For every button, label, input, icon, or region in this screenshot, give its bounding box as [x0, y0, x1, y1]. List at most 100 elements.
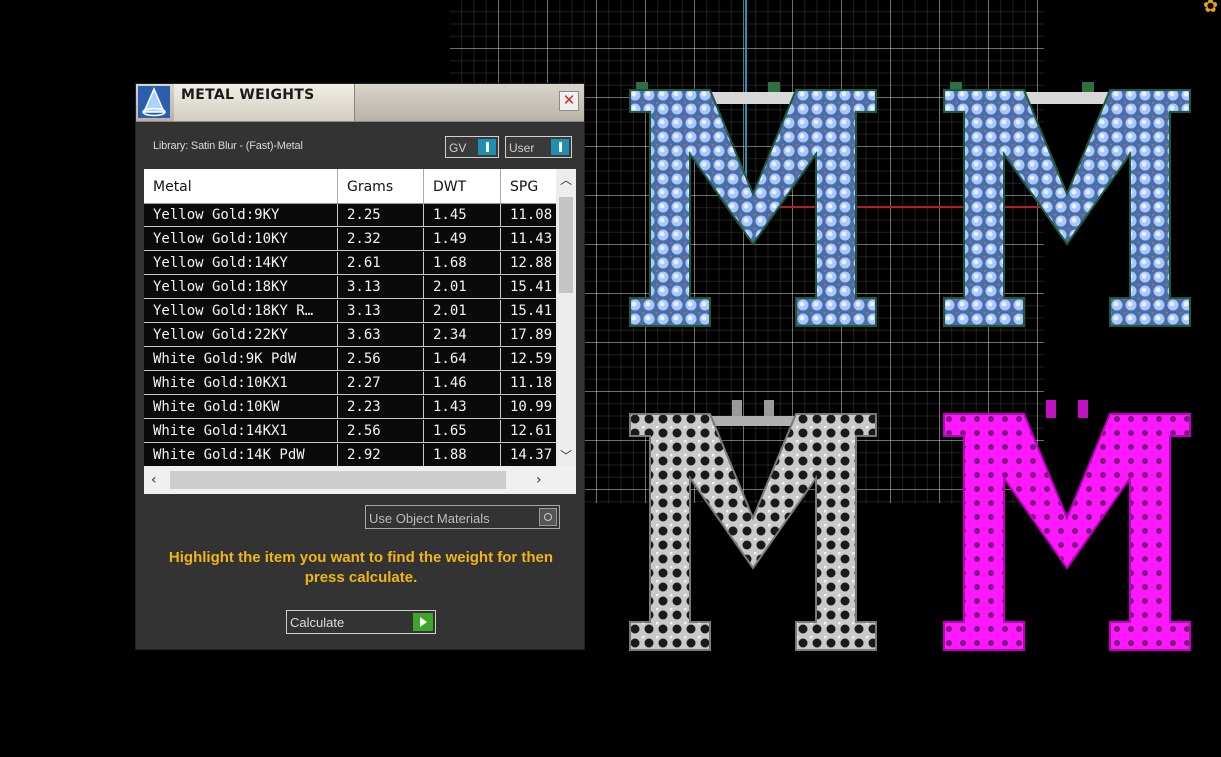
column-divider — [423, 169, 424, 203]
cell-divider — [500, 372, 501, 394]
letter-m-silver[interactable] — [628, 398, 878, 653]
letter-m-blue-right[interactable] — [942, 74, 1192, 329]
cell-divider — [423, 444, 424, 466]
column-divider — [337, 169, 338, 203]
app-logo-icon — [138, 86, 170, 118]
cell-metal: White Gold:14K PdW — [153, 447, 305, 463]
user-toggle[interactable]: User — [505, 136, 572, 158]
cell-divider — [423, 228, 424, 250]
cell-metal: Yellow Gold:10KY — [153, 231, 288, 247]
column-header-metal[interactable]: Metal — [153, 179, 192, 195]
scroll-up-icon[interactable]: ︿ — [560, 171, 572, 188]
table-row[interactable]: Yellow Gold:10KY 2.32 1.49 11.43 — [144, 228, 556, 251]
cell-dwt: 2.01 — [433, 279, 467, 295]
cell-divider — [500, 420, 501, 442]
cell-spg: 17.89 — [510, 327, 553, 343]
use-object-materials-toggle[interactable]: Use Object Materials — [365, 505, 560, 529]
cell-divider — [337, 204, 338, 226]
cell-divider — [337, 228, 338, 250]
panel-title: METAL WEIGHTS — [181, 87, 315, 103]
table-row[interactable]: White Gold:14KX1 2.56 1.65 12.61 — [144, 420, 556, 443]
cell-grams: 2.56 — [347, 351, 381, 367]
panel-titlebar[interactable]: METAL WEIGHTS ✕ — [136, 84, 584, 122]
cell-divider — [337, 300, 338, 322]
close-button[interactable]: ✕ — [559, 91, 579, 111]
cell-divider — [500, 252, 501, 274]
horizontal-scrollbar[interactable]: ‹ › — [144, 466, 576, 494]
cell-grams: 3.13 — [347, 303, 381, 319]
column-header-dwt[interactable]: DWT — [433, 179, 466, 195]
cell-metal: Yellow Gold:18KY R… — [153, 303, 314, 319]
cell-metal: White Gold:10KX1 — [153, 375, 288, 391]
cell-divider — [500, 444, 501, 466]
cell-dwt: 1.64 — [433, 351, 467, 367]
cell-spg: 10.99 — [510, 399, 553, 415]
cell-metal: White Gold:9K PdW — [153, 351, 297, 367]
table-row[interactable]: White Gold:10KW 2.23 1.43 10.99 — [144, 396, 556, 419]
cell-divider — [337, 348, 338, 370]
cell-grams: 3.13 — [347, 279, 381, 295]
cell-metal: Yellow Gold:18KY — [153, 279, 288, 295]
cell-divider — [423, 300, 424, 322]
cell-divider — [423, 348, 424, 370]
table-header: Metal Grams DWT SPG — [144, 169, 556, 204]
cell-divider — [500, 300, 501, 322]
column-header-grams[interactable]: Grams — [347, 179, 393, 195]
cell-divider — [337, 324, 338, 346]
column-divider — [500, 169, 501, 203]
cell-divider — [423, 276, 424, 298]
corner-icon: ✿ — [1203, 0, 1219, 17]
horizontal-scroll-thumb[interactable] — [170, 471, 506, 489]
cell-dwt: 1.46 — [433, 375, 467, 391]
metal-weights-panel: METAL WEIGHTS ✕ Library: Satin Blur - (F… — [135, 83, 585, 650]
table-row[interactable]: Yellow Gold:18KY 3.13 2.01 15.41 — [144, 276, 556, 299]
table-row[interactable]: White Gold:10KX1 2.27 1.46 11.18 — [144, 372, 556, 395]
calculate-button[interactable]: Calculate — [286, 610, 436, 634]
cell-metal: Yellow Gold:14KY — [153, 255, 288, 271]
cell-divider — [337, 444, 338, 466]
vertical-scrollbar[interactable]: ︿ ﹀ — [556, 169, 576, 466]
table-row[interactable]: Yellow Gold:9KY 2.25 1.45 11.08 — [144, 204, 556, 227]
cell-spg: 11.18 — [510, 375, 553, 391]
cell-grams: 3.63 — [347, 327, 381, 343]
radio-icon — [539, 508, 557, 526]
scroll-down-icon[interactable]: ﹀ — [560, 447, 572, 464]
letter-m-magenta[interactable] — [942, 398, 1192, 653]
cell-metal: Yellow Gold:9KY — [153, 207, 280, 223]
scroll-left-icon[interactable]: ‹ — [151, 472, 157, 488]
column-header-spg[interactable]: SPG — [510, 179, 538, 195]
cell-dwt: 1.88 — [433, 447, 467, 463]
metal-table: Metal Grams DWT SPG Yellow Gold:9KY 2.25 1… — [144, 169, 576, 494]
calculate-label: Calculate — [290, 615, 345, 630]
use-object-materials-label: Use Object Materials — [369, 511, 490, 526]
table-row[interactable]: White Gold:14K PdW 2.92 1.88 14.37 — [144, 444, 556, 467]
cell-spg: 11.08 — [510, 207, 553, 223]
cell-divider — [423, 204, 424, 226]
cell-dwt: 1.49 — [433, 231, 467, 247]
cell-spg: 11.43 — [510, 231, 553, 247]
cell-divider — [423, 420, 424, 442]
cell-divider — [337, 420, 338, 442]
instruction-text: Highlight the item you want to find the … — [168, 549, 554, 586]
play-arrow-icon — [413, 613, 433, 631]
panel-title-tab: METAL WEIGHTS — [174, 84, 355, 121]
table-row[interactable]: Yellow Gold:22KY 3.63 2.34 17.89 — [144, 324, 556, 347]
cell-dwt: 1.45 — [433, 207, 467, 223]
scroll-right-icon[interactable]: › — [536, 472, 542, 488]
cell-divider — [500, 396, 501, 418]
letter-m-blue-left[interactable] — [628, 74, 878, 329]
cell-spg: 12.59 — [510, 351, 553, 367]
cell-grams: 2.56 — [347, 423, 381, 439]
cell-metal: Yellow Gold:22KY — [153, 327, 288, 343]
table-row[interactable]: Yellow Gold:14KY 2.61 1.68 12.88 — [144, 252, 556, 275]
table-row[interactable]: Yellow Gold:18KY R… 3.13 2.01 15.41 — [144, 300, 556, 323]
cell-metal: White Gold:10KW — [153, 399, 280, 415]
cell-divider — [500, 228, 501, 250]
cell-dwt: 1.65 — [433, 423, 467, 439]
gv-toggle-label: GV — [449, 141, 467, 155]
cell-spg: 15.41 — [510, 279, 553, 295]
vertical-scroll-thumb[interactable] — [559, 197, 573, 293]
gv-toggle[interactable]: GV — [445, 136, 499, 158]
table-row[interactable]: White Gold:9K PdW 2.56 1.64 12.59 — [144, 348, 556, 371]
cell-dwt: 2.34 — [433, 327, 467, 343]
